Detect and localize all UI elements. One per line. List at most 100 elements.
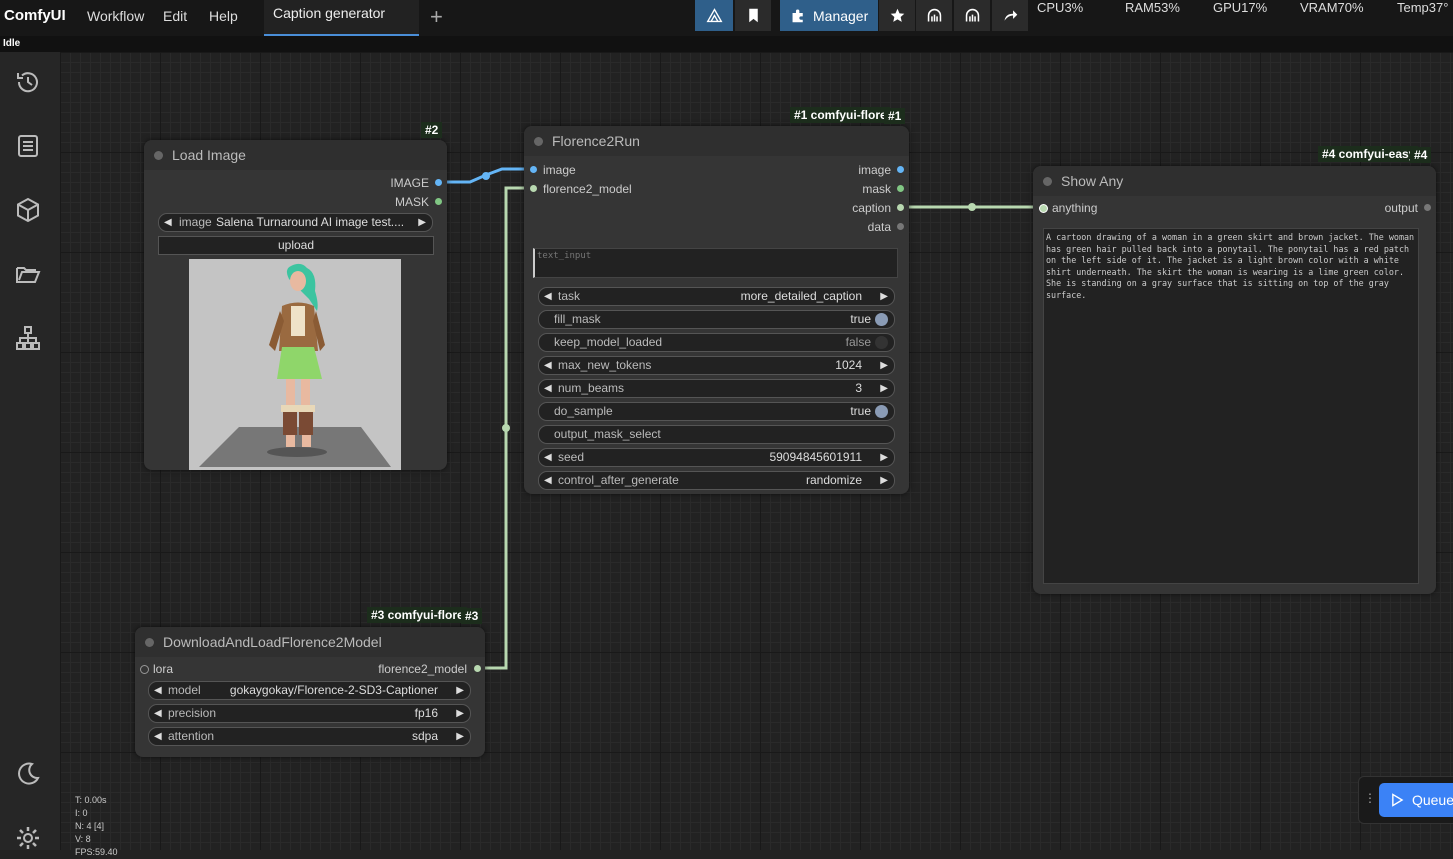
toggle-on-icon[interactable] xyxy=(875,313,888,326)
gpu-stat: GPU17% xyxy=(1213,0,1268,15)
vram-stat: VRAM70% xyxy=(1300,0,1364,15)
arrow-left-icon[interactable]: ◀ xyxy=(544,449,552,466)
input-anything-label: anything xyxy=(1052,201,1098,215)
do-sample-toggle[interactable]: do_sample true xyxy=(538,402,895,421)
input-florence2-model-slot[interactable] xyxy=(530,185,537,192)
workflow-logo-button[interactable] xyxy=(695,0,733,31)
play-icon xyxy=(1392,793,1404,807)
moon-icon[interactable] xyxy=(14,760,42,788)
sidebar xyxy=(0,52,60,850)
control-after-generate-widget[interactable]: ◀ control_after_generate randomize ▶ xyxy=(538,471,895,490)
menu-workflow[interactable]: Workflow xyxy=(87,8,144,24)
toggle-on-icon[interactable] xyxy=(875,405,888,418)
app-logo: ComfyUI xyxy=(4,7,66,24)
bridge-button-2[interactable] xyxy=(954,0,990,31)
tab-caption-generator[interactable]: Caption generator xyxy=(264,0,419,36)
node-title: Florence2Run xyxy=(552,133,640,149)
collapse-dot[interactable] xyxy=(534,137,543,146)
node-library-icon[interactable] xyxy=(14,324,42,352)
arrow-right-icon[interactable]: ▶ xyxy=(880,472,888,489)
manager-button[interactable]: Manager xyxy=(780,0,878,31)
collapse-dot[interactable] xyxy=(145,638,154,647)
arrow-right-icon[interactable]: ▶ xyxy=(456,682,464,699)
widget-label: precision xyxy=(168,706,217,720)
history-icon[interactable] xyxy=(14,68,42,96)
toggle-off-icon[interactable] xyxy=(875,336,888,349)
arrow-left-icon[interactable]: ◀ xyxy=(154,682,162,699)
widget-label: task xyxy=(558,289,581,303)
widget-value: Salena Turnaround AI image test.... xyxy=(216,215,405,229)
collapse-dot[interactable] xyxy=(1043,177,1052,186)
caption-text-output[interactable]: A cartoon drawing of a woman in a green … xyxy=(1043,228,1419,584)
output-image-slot[interactable] xyxy=(435,179,442,186)
input-image-slot[interactable] xyxy=(530,166,537,173)
load-image-node[interactable]: Load Image IMAGE MASK ◀ image Salena Tur… xyxy=(144,140,447,470)
florence2run-node[interactable]: Florence2Run image florence2_model image… xyxy=(524,126,909,494)
output-mask-slot[interactable] xyxy=(435,198,442,205)
seed-widget[interactable]: ◀ seed 59094845601911 ▶ xyxy=(538,448,895,467)
arrow-right-icon[interactable]: ▶ xyxy=(418,214,426,231)
arrow-left-icon[interactable]: ◀ xyxy=(544,380,552,397)
star-button[interactable] xyxy=(879,0,915,31)
settings-gear-icon[interactable] xyxy=(14,824,42,852)
widget-label: do_sample xyxy=(554,404,613,418)
output-florence2-model-slot[interactable] xyxy=(474,665,481,672)
model-widget[interactable]: ◀ model gokaygokay/Florence-2-SD3-Captio… xyxy=(148,681,471,700)
node-header[interactable]: Load Image xyxy=(144,140,447,170)
download-load-florence2-node[interactable]: DownloadAndLoadFlorence2Model lora flore… xyxy=(135,627,485,757)
output-mask-slot[interactable] xyxy=(897,185,904,192)
attention-widget[interactable]: ◀ attention sdpa ▶ xyxy=(148,727,471,746)
widget-label: output_mask_select xyxy=(554,427,661,441)
arrow-left-icon[interactable]: ◀ xyxy=(544,472,552,489)
task-widget[interactable]: ◀ task more_detailed_caption ▶ xyxy=(538,287,895,306)
fill-mask-toggle[interactable]: fill_mask true xyxy=(538,310,895,329)
output-image-slot[interactable] xyxy=(897,166,904,173)
image-select-widget[interactable]: ◀ image Salena Turnaround AI image test.… xyxy=(158,213,433,232)
show-any-node[interactable]: Show Any anything output A cartoon drawi… xyxy=(1033,166,1436,594)
node-header[interactable]: DownloadAndLoadFlorence2Model xyxy=(135,627,485,657)
node-header[interactable]: Show Any xyxy=(1033,166,1436,196)
widget-label: model xyxy=(168,683,201,697)
arrow-right-icon[interactable]: ▶ xyxy=(880,357,888,374)
arrow-right-icon[interactable]: ▶ xyxy=(880,288,888,305)
arrow-left-icon[interactable]: ◀ xyxy=(544,288,552,305)
arrow-right-icon[interactable]: ▶ xyxy=(456,705,464,722)
queue-button[interactable]: Queue xyxy=(1379,783,1453,817)
model-cube-icon[interactable] xyxy=(14,196,42,224)
output-slot[interactable] xyxy=(1424,204,1431,211)
widget-label: num_beams xyxy=(558,381,625,395)
star-icon xyxy=(890,8,904,22)
menu-edit[interactable]: Edit xyxy=(163,8,187,24)
widget-value: sdpa xyxy=(411,729,438,743)
bridge-button-1[interactable] xyxy=(916,0,952,31)
max-new-tokens-widget[interactable]: ◀ max_new_tokens 1024 ▶ xyxy=(538,356,895,375)
output-caption-slot[interactable] xyxy=(897,204,904,211)
precision-widget[interactable]: ◀ precision fp16 ▶ xyxy=(148,704,471,723)
share-button[interactable] xyxy=(992,0,1028,31)
arrow-right-icon[interactable]: ▶ xyxy=(880,380,888,397)
keep-model-loaded-toggle[interactable]: keep_model_loaded false xyxy=(538,333,895,352)
upload-button[interactable]: upload xyxy=(158,236,434,255)
text-input-field[interactable] xyxy=(533,248,898,278)
arrow-left-icon[interactable]: ◀ xyxy=(154,705,162,722)
input-anything-slot[interactable] xyxy=(1039,204,1048,213)
output-data-slot[interactable] xyxy=(897,223,904,230)
collapse-dot[interactable] xyxy=(154,151,163,160)
widget-value: false xyxy=(845,335,871,349)
num-beams-widget[interactable]: ◀ num_beams 3 ▶ xyxy=(538,379,895,398)
arrow-right-icon[interactable]: ▶ xyxy=(456,728,464,745)
output-mask-select-widget[interactable]: output_mask_select xyxy=(538,425,895,444)
input-lora-label: lora xyxy=(153,662,174,676)
folder-open-icon[interactable] xyxy=(14,260,42,288)
arrow-left-icon[interactable]: ◀ xyxy=(544,357,552,374)
queue-list-icon[interactable] xyxy=(14,132,42,160)
drag-handle-icon[interactable]: ⋮ xyxy=(1364,791,1376,805)
arrow-left-icon[interactable]: ◀ xyxy=(154,728,162,745)
arrow-right-icon[interactable]: ▶ xyxy=(880,449,888,466)
menu-help[interactable]: Help xyxy=(209,8,238,24)
bookmark-button[interactable] xyxy=(735,0,771,31)
node-header[interactable]: Florence2Run xyxy=(524,126,909,156)
add-tab-button[interactable]: + xyxy=(430,4,443,30)
input-lora-slot[interactable] xyxy=(140,665,149,674)
arrow-left-icon[interactable]: ◀ xyxy=(164,214,172,231)
